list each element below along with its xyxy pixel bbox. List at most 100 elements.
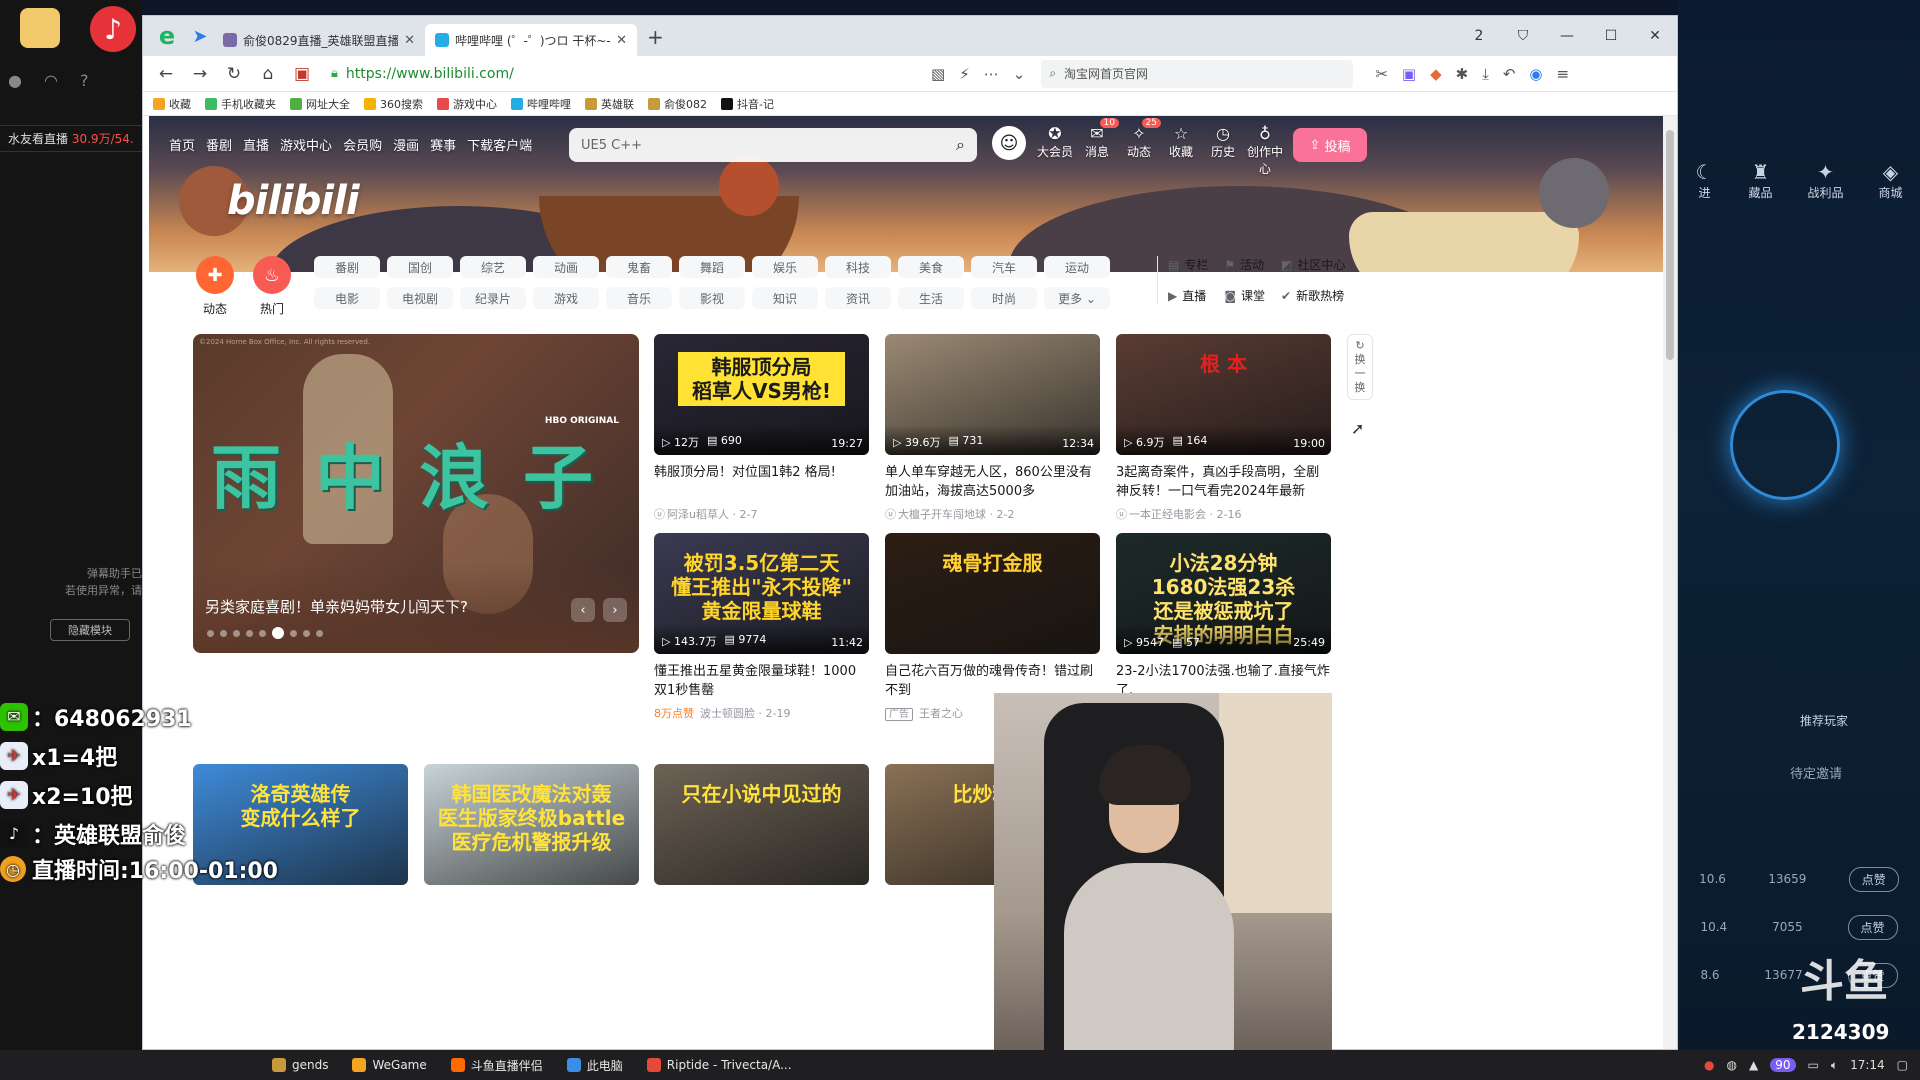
forward-icon[interactable]: →: [187, 61, 213, 87]
channel-chip[interactable]: 娱乐: [752, 256, 818, 278]
channel-chip[interactable]: 综艺: [460, 256, 526, 278]
side-channel-link[interactable]: ▶ 直播: [1168, 287, 1208, 304]
nav-link[interactable]: 赛事: [430, 135, 456, 154]
hide-module-button[interactable]: 隐藏模块: [50, 619, 130, 641]
channel-chip[interactable]: 科技: [825, 256, 891, 278]
video-title[interactable]: 懂王推出五星黄金限量球鞋！1000双1秒售罄: [654, 662, 869, 700]
nav-link[interactable]: 下载客户端: [467, 135, 532, 154]
reload-icon[interactable]: ↻: [221, 61, 247, 87]
side-channel-link[interactable]: ▤ 专栏: [1168, 256, 1208, 273]
nav-right-item[interactable]: ♁ 创作中心: [1247, 124, 1283, 177]
video-thumbnail[interactable]: 根 本 ▷ 6.9万 ▤ 164 19:00: [1116, 334, 1331, 455]
video-thumbnail[interactable]: ▷ 39.6万 ▤ 731 12:34: [885, 334, 1100, 455]
video-card[interactable]: 被罚3.5亿第二天 懂王推出"永不投降" 黄金限量球鞋 ▷ 143.7万 ▤ 977…: [654, 533, 869, 721]
close-icon[interactable]: ✕: [1633, 16, 1677, 56]
nav-link[interactable]: 会员购: [343, 135, 382, 154]
close-tab-icon[interactable]: ✕: [404, 33, 415, 48]
taskbar-app[interactable]: Riptide - Trivecta/A...: [635, 1050, 804, 1080]
scissors-icon[interactable]: ✂: [1375, 65, 1388, 83]
channel-chip[interactable]: 舞蹈: [679, 256, 745, 278]
like-button[interactable]: 点赞: [1847, 914, 1898, 940]
video-card[interactable]: 韩国医改魔法对轰 医生版家终极battle 医疗危机警报升级: [424, 764, 639, 885]
page-scrollbar[interactable]: [1663, 116, 1677, 1049]
lightning-icon[interactable]: ⚡︎: [959, 65, 970, 83]
menu-icon[interactable]: ≡: [1557, 65, 1570, 83]
favorite-item[interactable]: 手机收藏夹: [205, 96, 276, 112]
uploader-name[interactable]: 阿泽u稻草人: [667, 508, 729, 521]
new-tab-button[interactable]: +: [647, 25, 664, 49]
url-field[interactable]: 🔒︎ https://www.bilibili.com/: [323, 59, 913, 88]
video-thumbnail[interactable]: 韩服顶分局 稻草人VS男枪! ▷ 12万 ▤ 690 19:27: [654, 334, 869, 455]
nav-right-item[interactable]: ✉ 消息 10: [1079, 118, 1119, 177]
recommend-players-label[interactable]: 推荐玩家: [1800, 712, 1848, 729]
video-thumbnail[interactable]: 魂骨打金服: [885, 533, 1100, 654]
favorite-item[interactable]: 哔哩哔哩: [511, 96, 571, 112]
channel-chip[interactable]: 影视: [679, 287, 745, 309]
avatar[interactable]: ☺: [992, 126, 1026, 160]
tray-network-icon[interactable]: ▭: [1808, 1058, 1819, 1072]
channel-chip[interactable]: 国创: [387, 256, 453, 278]
tray-chrome-icon[interactable]: ◍: [1727, 1058, 1737, 1072]
back-icon[interactable]: ←: [153, 61, 179, 87]
carousel-next-button[interactable]: ›: [603, 598, 627, 622]
video-title[interactable]: 3起离奇案件，真凶手段高明，全剧神反转！一口气看完2024年最新悬…: [1116, 463, 1331, 501]
help-icon[interactable]: ?: [80, 71, 89, 90]
search-icon[interactable]: ⌕: [956, 135, 965, 155]
hero-caption[interactable]: 另类家庭喜剧！单亲妈妈带女儿闯天下?: [205, 596, 468, 617]
video-thumbnail[interactable]: 只在小说中见过的: [654, 764, 869, 885]
nav-link[interactable]: 番剧: [206, 135, 232, 154]
uploader-name[interactable]: 波士顿圆脸: [700, 707, 755, 720]
game-nav-item[interactable]: ◈ 商城: [1878, 160, 1902, 201]
side-channel-link[interactable]: ◙ 课堂: [1224, 287, 1265, 304]
channel-hot[interactable]: ♨ 热门: [250, 256, 294, 317]
nav-link[interactable]: 游戏中心: [280, 135, 332, 154]
upload-button[interactable]: ⇪ 投稿: [1293, 128, 1367, 162]
channel-chip[interactable]: 游戏: [533, 287, 599, 309]
game-nav-item[interactable]: ♜ 藏品: [1748, 160, 1772, 201]
carousel-dot[interactable]: [220, 629, 227, 637]
bilibili-logo[interactable]: bilibili: [227, 178, 360, 224]
search-engine-field[interactable]: ⌕ 淘宝网首页官网: [1041, 59, 1354, 88]
uploader-name[interactable]: 王者之心: [919, 707, 963, 720]
minimize-icon[interactable]: —: [1545, 16, 1589, 56]
netease-music-icon[interactable]: ♪: [90, 6, 136, 52]
taskbar-app[interactable]: 此电脑: [555, 1050, 635, 1080]
video-thumbnail[interactable]: 韩国医改魔法对轰 医生版家终极battle 医疗危机警报升级: [424, 764, 639, 885]
favorite-item[interactable]: 俞俊082: [648, 96, 707, 112]
uploader-name[interactable]: 一本正经电影会: [1129, 508, 1206, 521]
video-thumbnail[interactable]: 小法28分钟 1680法强23杀 还是被惩戒坑了 安排的明明白白▷ 9547▤ …: [1116, 533, 1331, 654]
browser-logo-icon[interactable]: e: [151, 20, 183, 52]
channel-chip[interactable]: 纪录片: [460, 287, 526, 309]
home-icon[interactable]: ⌂: [255, 61, 281, 87]
carousel-dot[interactable]: [246, 629, 253, 637]
channel-chip[interactable]: 知识: [752, 287, 818, 309]
channel-chip[interactable]: 资讯: [825, 287, 891, 309]
nav-right-item[interactable]: ✧ 动态 25: [1121, 118, 1161, 177]
carousel-dot[interactable]: [259, 629, 266, 637]
hero-carousel[interactable]: ©2024 Home Box Office, Inc. All rights r…: [193, 334, 639, 653]
tab-group-icon[interactable]: ➤: [187, 23, 213, 49]
more-icon[interactable]: ⋯: [984, 65, 999, 83]
headset-icon[interactable]: ◠: [44, 71, 58, 90]
game-nav-item[interactable]: ☾ 进: [1696, 160, 1714, 201]
nav-link[interactable]: 直播: [243, 135, 269, 154]
screenshot-icon[interactable]: ▧: [931, 65, 945, 83]
channel-chip[interactable]: 鬼畜: [606, 256, 672, 278]
channel-chip[interactable]: 电视剧: [387, 287, 453, 309]
video-title[interactable]: 单人单车穿越无人区，860公里没有加油站，海拔高达5000多: [885, 463, 1100, 501]
carousel-dot[interactable]: [272, 627, 284, 639]
channel-chip[interactable]: 汽车: [971, 256, 1037, 278]
channel-chip[interactable]: 动画: [533, 256, 599, 278]
channel-chip[interactable]: 番剧: [314, 256, 380, 278]
tray-volume-icon[interactable]: 🔈︎: [1831, 1058, 1838, 1073]
pin-icon[interactable]: ⛉: [1501, 16, 1545, 56]
account-icon[interactable]: ◉: [1529, 65, 1542, 83]
tray-weibo-icon[interactable]: ●: [1704, 1058, 1714, 1072]
carousel-dot[interactable]: [303, 629, 310, 637]
browser-tab[interactable]: 俞俊0829直播_英雄联盟直播 ✕: [213, 24, 425, 56]
tray-arrow-icon[interactable]: ▲: [1749, 1058, 1758, 1072]
maximize-icon[interactable]: ☐: [1589, 16, 1633, 56]
translate-icon[interactable]: ▣: [1402, 65, 1416, 83]
undo-icon[interactable]: ↶: [1503, 65, 1516, 83]
video-card[interactable]: 只在小说中见过的: [654, 764, 869, 885]
